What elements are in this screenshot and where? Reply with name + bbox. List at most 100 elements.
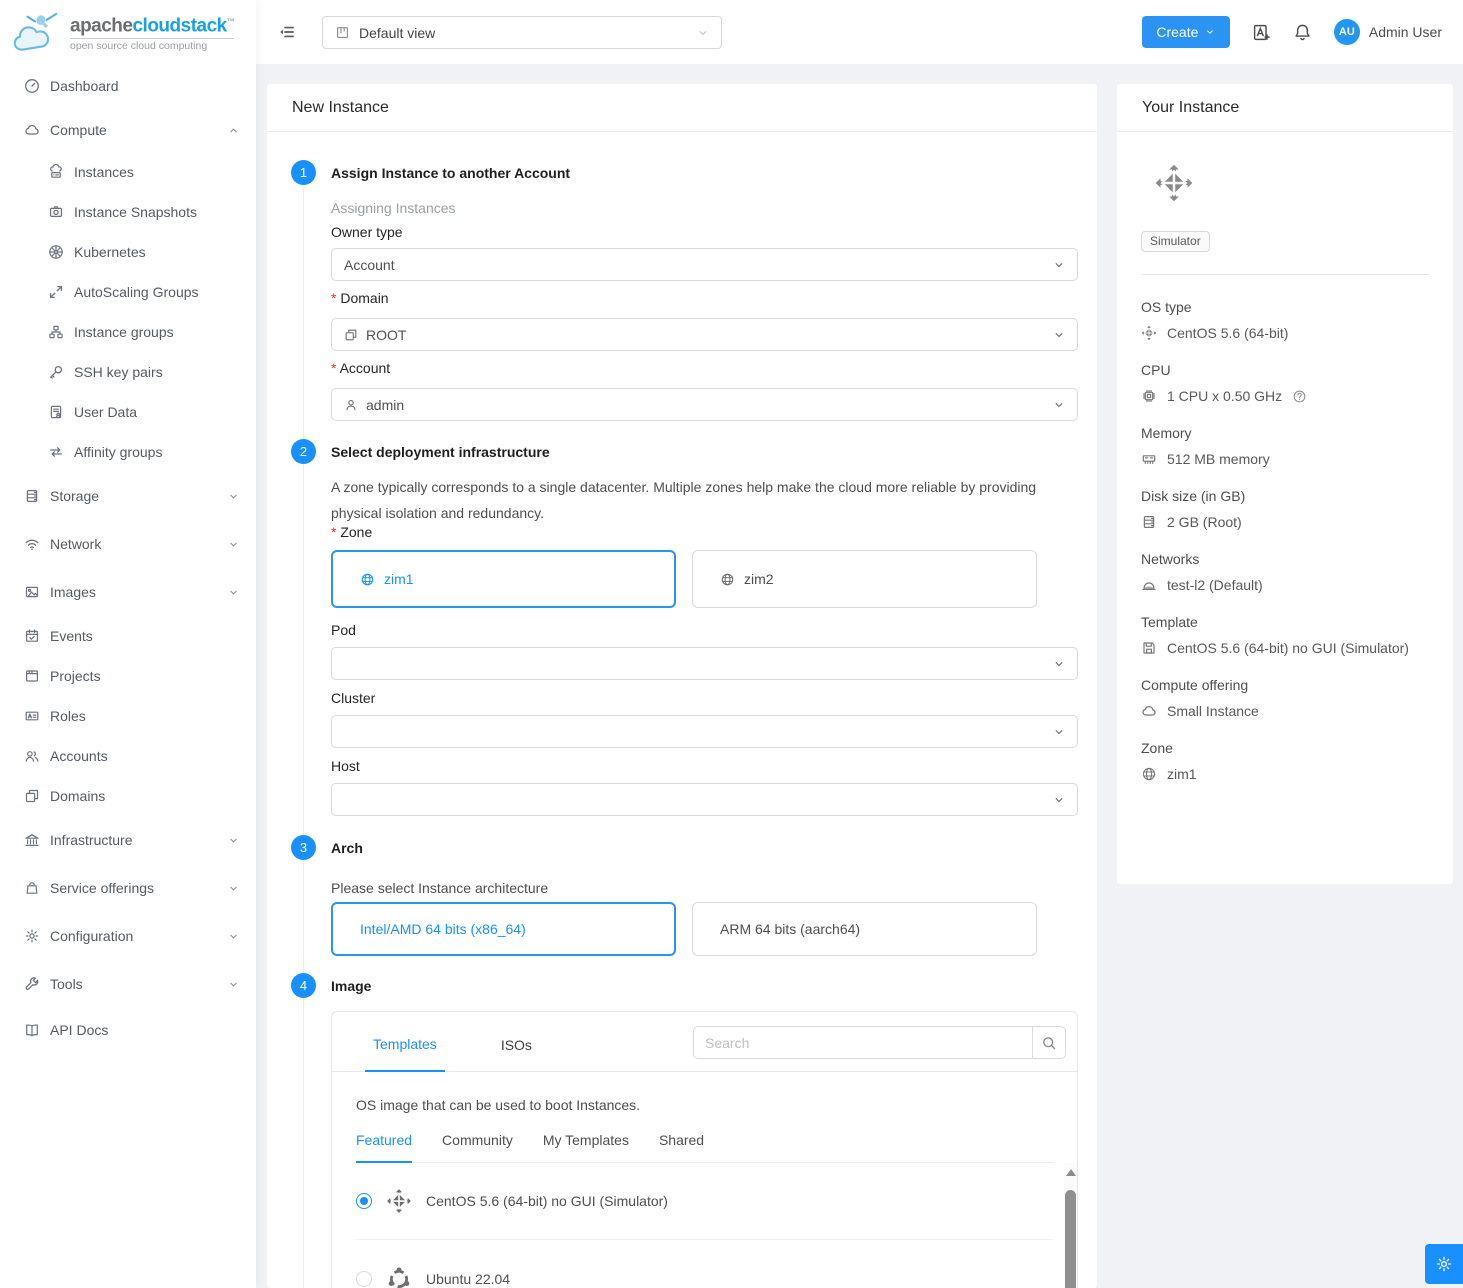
cluster-select[interactable] xyxy=(331,715,1078,748)
account-select[interactable]: admin xyxy=(331,388,1078,421)
template-list-scrollbar[interactable] xyxy=(1064,1163,1077,1288)
language-add-icon[interactable] xyxy=(1252,23,1271,42)
sidebar-item-kubernetes[interactable]: Kubernetes xyxy=(0,232,256,272)
arch-card-arm[interactable]: ARM 64 bits (aarch64) xyxy=(692,902,1037,956)
view-selector[interactable]: Default view xyxy=(322,16,722,49)
sidebar-item-autoscaling-groups[interactable]: AutoScaling Groups xyxy=(0,272,256,312)
domain-select[interactable]: ROOT xyxy=(331,318,1078,351)
sidebar-item-dashboard[interactable]: Dashboard xyxy=(0,64,256,108)
wrench-icon xyxy=(24,976,40,992)
pod-select[interactable] xyxy=(331,647,1078,680)
search-input[interactable] xyxy=(693,1026,1033,1059)
domain-label: Domain xyxy=(331,290,389,306)
arch-card-x86[interactable]: Intel/AMD 64 bits (x86_64) xyxy=(331,902,676,956)
avatar: AU xyxy=(1334,19,1360,45)
step4-number: 4 xyxy=(291,973,316,998)
search-button[interactable] xyxy=(1033,1026,1066,1059)
sidebar-item-network[interactable]: Network xyxy=(0,520,256,568)
brand-name: apachecloudstack™ xyxy=(70,12,234,36)
template-row-centos[interactable]: CentOS 5.6 (64-bit) no GUI (Simulator) xyxy=(356,1163,1053,1240)
sidebar-item-events[interactable]: Events xyxy=(0,616,256,656)
chevron-down-icon xyxy=(1053,726,1065,738)
subtab-my-templates[interactable]: My Templates xyxy=(543,1132,629,1162)
chevron-down-icon xyxy=(228,539,239,550)
subtab-featured[interactable]: Featured xyxy=(356,1132,412,1163)
sidebar: apachecloudstack™ open source cloud comp… xyxy=(0,0,256,1288)
ubuntu-icon xyxy=(386,1266,412,1288)
chevron-down-icon xyxy=(228,835,239,846)
zone-card-zim1[interactable]: zim1 xyxy=(331,550,676,608)
sidebar-item-infrastructure[interactable]: Infrastructure xyxy=(0,816,256,864)
summary-section-cpu: CPU 1 CPU x 0.50 GHz xyxy=(1141,362,1429,404)
cpu-icon xyxy=(1141,388,1157,404)
tab-templates[interactable]: Templates xyxy=(365,1036,445,1072)
document-user-icon xyxy=(48,404,64,420)
template-filter-tabs: Featured Community My Templates Shared xyxy=(356,1132,1053,1163)
cloudmonkey-logo-icon xyxy=(12,10,64,54)
block-icon xyxy=(344,328,358,342)
image-picker: Templates ISOs OS image that can be used… xyxy=(331,1011,1078,1288)
calendar-check-icon xyxy=(24,628,40,644)
centos-icon xyxy=(386,1188,412,1214)
brand-apache: apache xyxy=(70,15,132,36)
block-icon xyxy=(24,788,40,804)
sidebar-item-affinity-groups[interactable]: Affinity groups xyxy=(0,432,256,472)
network-hub-icon xyxy=(1141,577,1157,593)
owner-type-label: Owner type xyxy=(331,224,403,240)
step3-title: Arch xyxy=(331,840,363,856)
create-button[interactable]: Create xyxy=(1142,16,1230,48)
sidebar-item-projects[interactable]: Projects xyxy=(0,656,256,696)
owner-type-select[interactable]: Account xyxy=(331,248,1078,281)
scrollbar-thumb[interactable] xyxy=(1065,1190,1076,1288)
pod-label: Pod xyxy=(331,622,356,638)
subtab-shared[interactable]: Shared xyxy=(659,1132,704,1162)
sidebar-item-instance-groups[interactable]: Instance groups xyxy=(0,312,256,352)
summary-section-zone: Zone zim1 xyxy=(1141,740,1429,782)
tab-isos[interactable]: ISOs xyxy=(493,1037,540,1071)
sidebar-item-ssh-key-pairs[interactable]: SSH key pairs xyxy=(0,352,256,392)
step2-number: 2 xyxy=(291,439,316,464)
sidebar-menu: Dashboard Compute Instances Instance Sna… xyxy=(0,64,256,1052)
template-row-ubuntu[interactable]: Ubuntu 22.04 xyxy=(356,1240,1053,1288)
sidebar-item-compute[interactable]: Compute xyxy=(0,108,256,152)
page-title: New Instance xyxy=(292,99,389,117)
dashboard-icon xyxy=(24,78,40,94)
sidebar-item-configuration[interactable]: Configuration xyxy=(0,912,256,960)
radio-selected-icon[interactable] xyxy=(356,1193,372,1209)
sidebar-item-images[interactable]: Images xyxy=(0,568,256,616)
summary-section-memory: Memory 512 MB memory xyxy=(1141,425,1429,467)
zone-card-zim2[interactable]: zim2 xyxy=(692,550,1037,608)
globe-icon xyxy=(720,572,735,587)
shopping-bag-icon xyxy=(24,880,40,896)
sidebar-item-user-data[interactable]: User Data xyxy=(0,392,256,432)
gear-icon xyxy=(1435,1255,1453,1273)
app-logo: apachecloudstack™ open source cloud comp… xyxy=(0,0,256,64)
chevron-down-icon xyxy=(1053,329,1065,341)
bell-icon[interactable] xyxy=(1293,23,1312,42)
sidebar-item-instance-snapshots[interactable]: Instance Snapshots xyxy=(0,192,256,232)
subtab-community[interactable]: Community xyxy=(442,1132,513,1162)
summary-section-compute-offering: Compute offering Small Instance xyxy=(1141,677,1429,719)
step1-helper: Assigning Instances xyxy=(331,200,456,216)
radio-unselected-icon[interactable] xyxy=(356,1271,372,1287)
settings-fab-button[interactable] xyxy=(1425,1244,1463,1284)
brand-trademark: ™ xyxy=(227,17,235,26)
sidebar-item-domains[interactable]: Domains xyxy=(0,776,256,816)
help-circle-icon[interactable] xyxy=(1292,389,1307,404)
cloud-server-icon xyxy=(48,164,64,180)
sidebar-item-api-docs[interactable]: API Docs xyxy=(0,1008,256,1052)
sidebar-item-service-offerings[interactable]: Service offerings xyxy=(0,864,256,912)
scroll-up-arrow-icon[interactable] xyxy=(1066,1169,1076,1176)
sidebar-item-storage[interactable]: Storage xyxy=(0,472,256,520)
menu-fold-icon[interactable] xyxy=(278,23,296,41)
sidebar-item-instances[interactable]: Instances xyxy=(0,152,256,192)
org-chart-icon xyxy=(48,324,64,340)
user-menu[interactable]: AU Admin User xyxy=(1334,19,1442,45)
sidebar-item-accounts[interactable]: Accounts xyxy=(0,736,256,776)
host-select[interactable] xyxy=(331,783,1078,816)
sidebar-item-tools[interactable]: Tools xyxy=(0,960,256,1008)
sidebar-item-roles[interactable]: Roles xyxy=(0,696,256,736)
wifi-icon xyxy=(24,536,40,552)
your-instance-panel: Your Instance Simulator OS type CentOS 5… xyxy=(1117,84,1453,884)
summary-section-os-type: OS type CentOS 5.6 (64-bit) xyxy=(1141,299,1429,341)
